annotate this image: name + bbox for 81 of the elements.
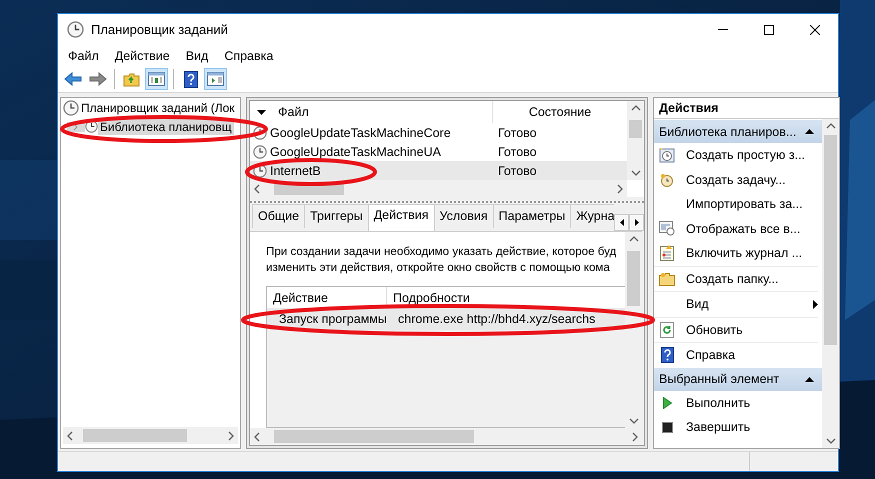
minimize-icon: [718, 29, 728, 30]
action-item[interactable]: Обновить: [654, 316, 818, 342]
clock-icon: [660, 172, 674, 187]
clock-icon: [253, 164, 267, 178]
task-status: Готово: [497, 126, 537, 140]
scrollbar-thumb[interactable]: [274, 430, 474, 443]
play-icon: [662, 396, 672, 409]
triangle-up-icon: [805, 129, 814, 134]
panel-icon: [207, 72, 224, 86]
scrollbar-thumb[interactable]: [629, 120, 642, 138]
close-icon: [810, 24, 820, 34]
scrollbar[interactable]: [250, 180, 627, 197]
menu-item[interactable]: Файл: [60, 48, 107, 62]
table-cell-text: chrome.exe http://bhd4.xyz/searchs: [397, 312, 596, 326]
action-pane-button[interactable]: [204, 68, 227, 90]
tab[interactable]: Действия: [368, 204, 434, 231]
scrollbar-thumb[interactable]: [824, 135, 837, 345]
arrow-right-icon: [88, 72, 106, 86]
scroll-right-button[interactable]: [629, 214, 644, 231]
clock-icon: [253, 126, 267, 140]
window-title: Планировщик заданий: [91, 22, 229, 37]
section-header[interactable]: Библиотека планиров...: [654, 120, 822, 143]
scrollbar-thumb[interactable]: [83, 429, 187, 442]
action-item[interactable]: Создать папку...: [654, 266, 818, 291]
triangle-left-icon: [620, 219, 624, 226]
folder-icon: [123, 72, 140, 86]
action-item[interactable]: Создать простую з...: [654, 143, 818, 168]
console-tree-button[interactable]: [145, 68, 168, 90]
section-header[interactable]: Выбранный элемент: [654, 368, 822, 390]
task-name: InternetB: [270, 164, 321, 178]
folder-icon: [659, 272, 675, 286]
scrollbar[interactable]: [822, 119, 839, 448]
scrollbar-thumb[interactable]: [627, 251, 640, 306]
action-item[interactable]: Отображать все в...: [654, 216, 818, 241]
menu-item[interactable]: Справка: [216, 48, 282, 62]
arrow-left-icon: [64, 72, 82, 86]
stop-icon: [662, 422, 672, 433]
triangle-up-icon: [805, 376, 814, 382]
task-name: GoogleUpdateTaskMachineCore: [270, 126, 451, 140]
task-status: Готово: [497, 144, 537, 158]
description-text: изменить эти действия, откройте окно свойств с помощью кома: [266, 260, 611, 276]
scrollbar[interactable]: [627, 101, 644, 180]
triangle-right-icon: [634, 219, 638, 226]
scrollbar[interactable]: [250, 428, 642, 445]
tab[interactable]: Общие: [252, 204, 306, 228]
tree-item[interactable]: Планировщик заданий (Лок: [79, 100, 237, 116]
log-icon: [660, 245, 674, 262]
task-name: GoogleUpdateTaskMachineUA: [270, 144, 441, 158]
calendar-clock-icon: [659, 147, 675, 164]
action-item[interactable]: Выполнить: [654, 390, 818, 415]
clock-icon: [253, 144, 267, 158]
triangle-right-icon: [813, 300, 818, 309]
task-row[interactable]: GoogleUpdateTaskMachineUA Готово: [250, 142, 627, 161]
table-cell-text: Запуск программы: [278, 311, 388, 328]
maximize-icon: [764, 24, 774, 34]
clock-icon: [67, 21, 84, 38]
chevron-right-icon[interactable]: [72, 122, 80, 130]
scroll-left-button[interactable]: [614, 214, 629, 231]
help-icon: [660, 347, 674, 364]
task-row[interactable]: GoogleUpdateTaskMachineCore Готово: [250, 123, 627, 142]
list-clock-icon: [659, 221, 675, 236]
help-icon: [184, 70, 198, 88]
action-item[interactable]: Вид: [654, 291, 818, 316]
task-status: Готово: [497, 164, 537, 178]
action-item[interactable]: Создать задачу...: [654, 168, 818, 192]
clock-icon: [63, 100, 79, 116]
refresh-icon: [660, 322, 674, 338]
description-text: При создании задачи необходимо указать действие, которое буд: [266, 244, 618, 260]
action-item[interactable]: Включить журнал ...: [654, 241, 818, 266]
action-item[interactable]: Импортировать за...: [654, 192, 818, 216]
sort-arrow-icon[interactable]: [257, 110, 266, 114]
action-item[interactable]: Завершить: [654, 415, 818, 440]
pane-title: Действия: [654, 98, 839, 119]
menu-item[interactable]: Вид: [178, 48, 216, 62]
menu-item[interactable]: Действие: [106, 48, 178, 62]
column-header[interactable]: Состояние: [493, 105, 627, 119]
panel-icon: [148, 72, 165, 86]
column-header[interactable]: Подробности: [387, 290, 470, 304]
scrollbar[interactable]: [63, 427, 238, 444]
task-row[interactable]: InternetB Готово: [250, 161, 627, 180]
column-header[interactable]: Файл: [278, 105, 309, 119]
